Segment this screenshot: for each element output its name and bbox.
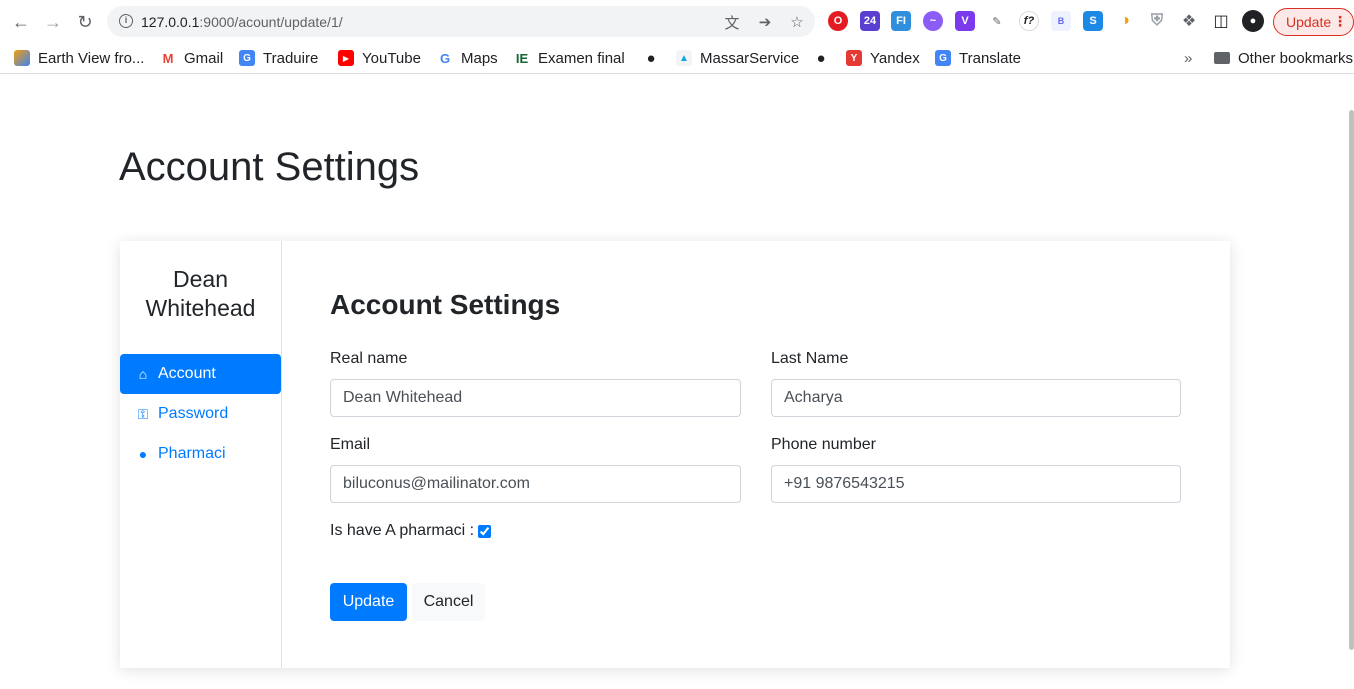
update-button[interactable]: Update xyxy=(330,583,407,621)
chrome-update-button[interactable]: Update ⋮ xyxy=(1273,8,1354,36)
b-extension-icon[interactable]: B xyxy=(1051,11,1071,31)
gmail-icon: M xyxy=(160,50,176,66)
yandex-icon: Y xyxy=(846,50,862,66)
vimeo-extension-icon[interactable]: V xyxy=(955,11,975,31)
massar-icon: ▲ xyxy=(676,50,692,66)
extensions-puzzle-icon[interactable]: ❖ xyxy=(1179,11,1199,31)
cancel-button[interactable]: Cancel xyxy=(412,583,485,621)
user-icon: ● xyxy=(138,446,148,462)
back-icon[interactable]: ← xyxy=(9,10,33,34)
email-label: Email xyxy=(330,436,371,453)
fi-extension-icon[interactable]: FI xyxy=(891,11,911,31)
half-moon-extension-icon[interactable]: ◑ xyxy=(1115,11,1135,31)
translate-page-icon[interactable]: 文 xyxy=(722,12,742,32)
s-extension-icon[interactable]: S xyxy=(1083,11,1103,31)
home-icon: ⌂ xyxy=(138,366,148,382)
shield-extension-icon[interactable]: ⛨ xyxy=(1147,11,1167,31)
translate-icon: G xyxy=(239,50,255,66)
google-icon: G xyxy=(437,50,453,66)
bookmark-star-icon[interactable]: ☆ xyxy=(787,12,807,32)
page-scrollbar[interactable] xyxy=(1349,110,1354,650)
bookmark-globe-2[interactable]: ● xyxy=(813,47,837,69)
side-panel-icon[interactable]: ◫ xyxy=(1211,11,1231,31)
bookmark-earth-view[interactable]: Earth View fro... xyxy=(14,47,144,69)
url-text[interactable]: 127.0.0.1:9000/acount/update/1/ xyxy=(141,14,343,30)
bookmark-examen-final[interactable]: IE Examen final xyxy=(514,47,625,69)
bookmark-translate[interactable]: G Translate xyxy=(935,47,1021,69)
reload-icon[interactable]: ↻ xyxy=(73,10,97,34)
bookmark-gmail[interactable]: M Gmail xyxy=(160,47,223,69)
browser-toolbar: ← → ↻ i 127.0.0.1:9000/acount/update/1/ … xyxy=(0,0,1354,43)
bookmark-massarservice[interactable]: ▲ MassarService xyxy=(676,47,799,69)
pharmaci-checkbox[interactable] xyxy=(478,524,492,538)
profile-avatar-icon[interactable]: ● xyxy=(1242,10,1264,32)
ie-icon: IE xyxy=(514,50,530,66)
sidebar-item-password[interactable]: ⚿ Password xyxy=(120,394,281,434)
messenger-extension-icon[interactable]: ~ xyxy=(923,11,943,31)
settings-sidebar: Dean Whitehead ⌂ Account ⚿ Password ● Ph… xyxy=(120,241,282,668)
share-icon[interactable]: ➔ xyxy=(755,12,775,32)
real-name-input[interactable] xyxy=(330,379,741,417)
bookmarks-bar: Earth View fro... M Gmail G Traduire ▶ Y… xyxy=(0,43,1354,74)
pharmaci-label: Is have A pharmaci : xyxy=(330,522,475,539)
pharmaci-checkbox-row: Is have A pharmaci : xyxy=(330,522,492,540)
folder-icon xyxy=(1214,52,1230,64)
extension-24-icon[interactable]: 24 xyxy=(860,11,880,31)
section-title: Account Settings xyxy=(330,289,561,320)
other-bookmarks[interactable]: Other bookmarks xyxy=(1214,47,1353,69)
youtube-icon: ▶ xyxy=(338,50,354,66)
last-name-label: Last Name xyxy=(771,350,849,367)
forward-icon[interactable]: → xyxy=(41,10,65,34)
user-name: Dean Whitehead xyxy=(145,266,256,321)
key-icon: ⚿ xyxy=(137,405,149,422)
globe-icon: ● xyxy=(813,50,829,67)
font-finder-icon[interactable]: f? xyxy=(1019,11,1039,31)
real-name-label: Real name xyxy=(330,350,408,367)
site-info-icon[interactable]: i xyxy=(119,14,133,28)
sidebar-item-pharmaci[interactable]: ● Pharmaci xyxy=(120,434,281,474)
eyedropper-icon[interactable]: ✎ xyxy=(987,11,1007,31)
bookmark-yandex[interactable]: Y Yandex xyxy=(846,47,920,69)
bookmark-globe-1[interactable]: ● xyxy=(643,47,667,69)
last-name-input[interactable] xyxy=(771,379,1181,417)
address-bar[interactable]: i 127.0.0.1:9000/acount/update/1/ 文 ➔ ☆ xyxy=(107,6,815,37)
bookmarks-overflow-icon[interactable]: » xyxy=(1184,47,1192,69)
opera-extension-icon[interactable]: O xyxy=(828,11,848,31)
bookmark-traduire[interactable]: G Traduire xyxy=(239,47,318,69)
more-menu-icon[interactable]: ⋮ xyxy=(1333,13,1347,30)
phone-label: Phone number xyxy=(771,436,876,453)
sidebar-item-account[interactable]: ⌂ Account xyxy=(120,354,281,394)
bookmark-maps[interactable]: G Maps xyxy=(437,47,498,69)
globe-icon: ● xyxy=(643,50,659,67)
bookmark-youtube[interactable]: ▶ YouTube xyxy=(338,47,421,69)
email-input[interactable] xyxy=(330,465,741,503)
earth-view-icon xyxy=(14,50,30,66)
phone-input[interactable] xyxy=(771,465,1181,503)
translate-icon: G xyxy=(935,50,951,66)
page-title: Account Settings xyxy=(119,145,420,189)
settings-card: Dean Whitehead ⌂ Account ⚿ Password ● Ph… xyxy=(120,241,1230,668)
